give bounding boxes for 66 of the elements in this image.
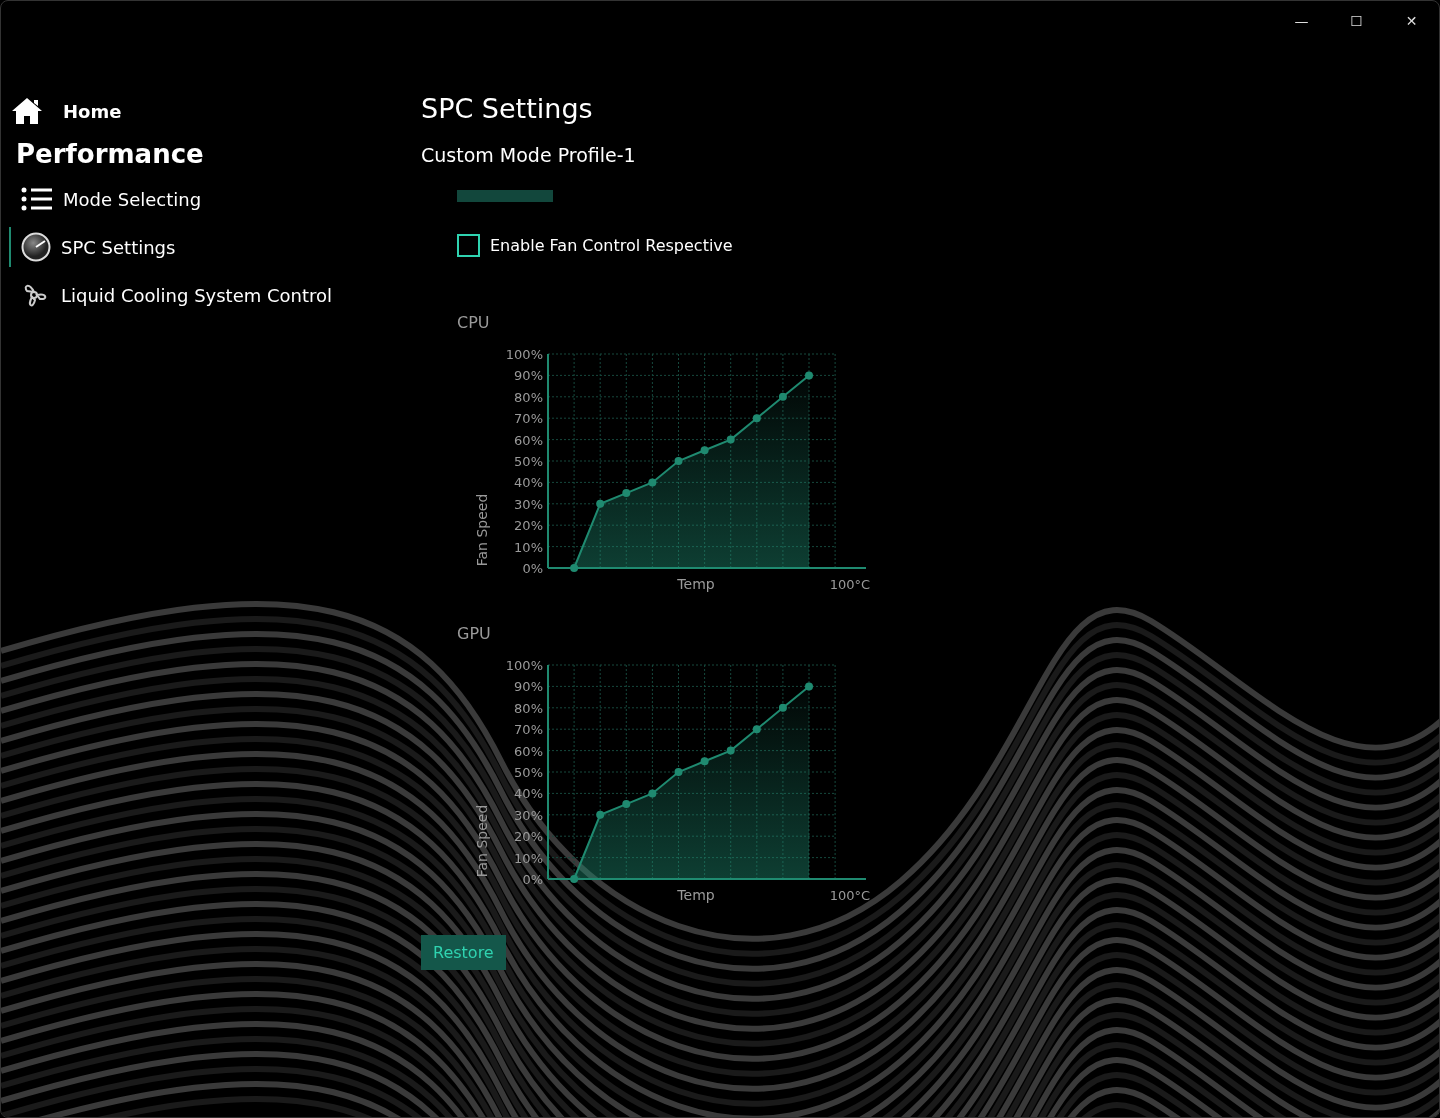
- curve-point[interactable]: [570, 875, 579, 883]
- y-tick-label: 60%: [514, 432, 543, 448]
- curve-point[interactable]: [596, 499, 605, 508]
- section-heading: Performance: [16, 139, 205, 169]
- restore-button[interactable]: Restore: [421, 935, 506, 970]
- y-tick-label: 90%: [514, 679, 543, 695]
- maximize-button[interactable]: ☐: [1329, 1, 1384, 41]
- y-axis-label: Fan Speed: [474, 804, 490, 878]
- chart-title: GPU: [457, 624, 492, 643]
- curve-point[interactable]: [674, 768, 683, 776]
- y-tick-label: 0%: [522, 561, 543, 576]
- page-title: SPC Settings: [421, 93, 594, 124]
- y-tick-label: 20%: [514, 518, 543, 534]
- curve-point[interactable]: [648, 789, 657, 798]
- curve-point[interactable]: [622, 489, 631, 498]
- house-icon: [11, 97, 43, 125]
- y-tick-label: 70%: [514, 411, 543, 427]
- close-button[interactable]: ✕: [1384, 1, 1439, 41]
- y-tick-label: 0%: [522, 872, 543, 887]
- y-tick-label: 90%: [514, 368, 543, 384]
- x-axis-label: Temp: [677, 887, 715, 903]
- y-tick-label: 40%: [514, 475, 543, 491]
- curve-point[interactable]: [700, 446, 709, 455]
- y-tick-label: 50%: [514, 454, 543, 469]
- y-tick-label: 20%: [514, 829, 543, 845]
- x-axis-end-label: 100°C: [829, 577, 871, 592]
- chart-title: CPU: [457, 313, 491, 332]
- checkbox[interactable]: [457, 234, 480, 257]
- y-tick-label: 70%: [514, 722, 543, 738]
- curve-point[interactable]: [700, 757, 709, 766]
- y-tick-label: 80%: [514, 389, 543, 405]
- curve-point[interactable]: [726, 435, 735, 444]
- curve-point[interactable]: [596, 810, 605, 819]
- nav-item[interactable]: Liquid Cooling System Control: [9, 275, 333, 315]
- checkbox-label: Enable Fan Control Respective: [490, 236, 733, 255]
- minimize-button[interactable]: —: [1274, 1, 1329, 41]
- curve-point[interactable]: [726, 746, 735, 755]
- curve-point[interactable]: [752, 725, 761, 734]
- nav-item[interactable]: SPC Settings: [9, 227, 176, 267]
- x-axis-label: Temp: [677, 576, 715, 592]
- y-tick-label: 30%: [514, 496, 543, 512]
- curve-point[interactable]: [648, 478, 657, 487]
- y-tick-label: 10%: [514, 539, 543, 555]
- curve-point[interactable]: [622, 800, 631, 809]
- curve-point[interactable]: [752, 414, 761, 423]
- curve-point[interactable]: [805, 682, 813, 691]
- y-tick-label: 40%: [514, 786, 543, 802]
- curve-point[interactable]: [778, 703, 787, 712]
- x-axis-end-label: 100°C: [829, 888, 871, 903]
- curve-point[interactable]: [805, 371, 813, 380]
- home-link[interactable]: Home: [9, 91, 122, 131]
- nav-item[interactable]: Mode Selecting: [9, 179, 202, 219]
- y-tick-label: 50%: [514, 765, 543, 780]
- y-tick-label: 60%: [514, 743, 543, 759]
- gauge-icon: [21, 232, 51, 262]
- curve-point[interactable]: [674, 457, 683, 465]
- curve-point[interactable]: [570, 564, 579, 572]
- y-tick-label: 100%: [505, 347, 543, 362]
- y-tick-label: 80%: [514, 700, 543, 716]
- y-tick-label: 100%: [505, 658, 543, 673]
- y-tick-label: 10%: [514, 850, 543, 866]
- list-icon: [21, 187, 53, 211]
- y-tick-label: 30%: [514, 807, 543, 823]
- y-axis-label: Fan Speed: [474, 493, 490, 567]
- curve-point[interactable]: [778, 392, 787, 401]
- page-subtitle: Custom Mode Profile-1: [421, 144, 637, 166]
